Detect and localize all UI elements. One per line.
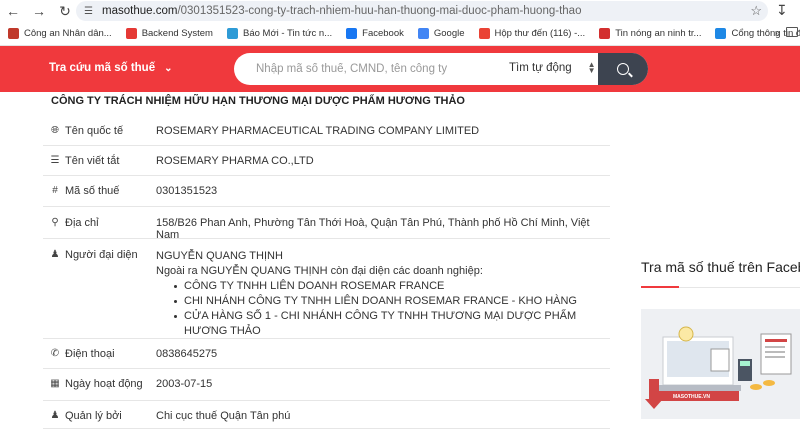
phone-value: 0838645275 (156, 348, 218, 360)
row-managed-by: ♟ Quản lý bởi Chi cục thuế Quận Tân phú (43, 401, 610, 429)
bookmark-label: Tin nóng an ninh tr... (615, 28, 702, 39)
start-date-label: Ngày hoạt động (65, 378, 143, 390)
banner-brand-text: MASOTHUE.VN (673, 394, 710, 400)
calendar-icon: ▦ (50, 378, 60, 389)
browser-toolbar: ← → ↻ ☰ masothue.com/0301351523-cong-ty-… (0, 0, 800, 22)
row-address: ⚲ Địa chỉ 158/B26 Phan Anh, Phường Tân Th… (43, 207, 610, 241)
tax-code-value[interactable]: 0301351523 (156, 185, 610, 206)
facebook-banner-image[interactable]: MASOTHUE.VN (641, 309, 800, 419)
tax-code-label: Mã số thuế (65, 185, 120, 197)
bookmark-item[interactable]: Google (417, 28, 465, 39)
phone-label: Điện thoại (65, 348, 115, 360)
rep-name[interactable]: NGUYỄN QUANG THỊNH (156, 249, 610, 264)
bookmark-label: Hộp thư đến (116) -... (494, 28, 586, 39)
back-icon[interactable]: ← (2, 0, 24, 22)
bookmark-item[interactable]: Backend System (125, 28, 213, 39)
bookmark-item[interactable]: Tin nóng an ninh tr... (599, 28, 701, 39)
banner-illustration: MASOTHUE.VN (641, 309, 800, 419)
rep-companies-list: CÔNG TY TNHH LIÊN DOANH ROSEMAR FRANCE C… (174, 279, 610, 339)
search-box: Tìm tự động ▲▼ (234, 53, 648, 85)
intl-name-value: ROSEMARY PHARMACEUTICAL TRADING COMPANY … (156, 125, 480, 137)
company-title: CÔNG TY TRÁCH NHIỆM HỮU HẠN THƯƠNG MẠI D… (51, 95, 465, 107)
intl-name-label: Tên quốc tế (65, 125, 124, 137)
facebook-section-title: Tra mã số thuế trên Facebook (641, 259, 800, 275)
bookmarks-bar: Công an Nhân dân... Backend System Báo Mới… (0, 22, 800, 46)
baomoi-icon (226, 28, 238, 39)
bookmark-star-icon[interactable]: ☆ (750, 3, 762, 19)
rep-label: Người đại diện (65, 249, 138, 261)
section-accent-line (641, 286, 679, 288)
bookmark-label: Google (433, 28, 465, 39)
site-header: Tra cứu mã số thuế ⌄ Tìm tự động ▲▼ (0, 46, 800, 92)
cand-icon (8, 28, 19, 39)
chevron-down-icon: ⌄ (164, 62, 173, 74)
bookmark-item[interactable]: Facebook (346, 28, 404, 39)
rep-note: Ngoài ra NGUYỄN QUANG THỊNH còn đại diện… (156, 265, 483, 277)
search-input[interactable] (234, 53, 494, 85)
start-date-value: 2003-07-15 (156, 378, 213, 390)
row-representative: ♟ Người đại diện NGUYỄN QUANG THỊNH Ngoài… (43, 239, 610, 339)
gmail-icon (478, 28, 490, 39)
bookmark-label: Backend System (141, 28, 213, 39)
rep-company-link[interactable]: CỬA HÀNG SỐ 1 - CHI NHÁNH CÔNG TY TNHH T… (174, 309, 610, 339)
rep-company-link[interactable]: CÔNG TY TNHH LIÊN DOANH ROSEMAR FRANCE (174, 279, 610, 294)
news-icon (599, 28, 611, 39)
folder-icon[interactable] (786, 27, 798, 37)
search-button[interactable] (598, 53, 648, 85)
users-icon: ♟ (50, 410, 60, 421)
map-marker-icon: ⚲ (51, 217, 59, 228)
reload-icon[interactable]: ↻ (54, 0, 76, 22)
more-bookmarks-icon[interactable]: » (774, 28, 780, 39)
download-icon[interactable]: ↧ (776, 2, 788, 19)
phone-icon: ✆ (50, 348, 60, 359)
hashtag-icon: # (52, 185, 58, 196)
google-icon (417, 28, 429, 39)
site-info-icon[interactable]: ☰ (84, 5, 96, 17)
bookmark-label: Báo Mới - Tin tức n... (242, 28, 333, 39)
address-bar[interactable]: ☰ masothue.com/0301351523-cong-ty-trach-… (76, 1, 768, 21)
bookmark-item[interactable]: Hộp thư đến (116) -... (478, 28, 586, 39)
cms-icon (125, 28, 137, 39)
tax-lookup-menu[interactable]: Tra cứu mã số thuế ⌄ (49, 62, 173, 74)
bookmark-label: Công an Nhân dân... (24, 28, 112, 39)
globe-icon: 🌐︎ (51, 125, 59, 136)
search-type-select[interactable]: Tìm tự động ▲ ▼ (509, 60, 596, 75)
address-value: 158/B26 Phan Anh, Phường Tân Thới Hoà, Q… (156, 217, 590, 241)
url-path: /0301351523-cong-ty-trach-nhiem-huu-han-… (177, 5, 582, 17)
bookmark-item[interactable]: Báo Mới - Tin tức n... (226, 28, 333, 39)
row-intl-name: 🌐︎ Tên quốc tế ROSEMARY PHARMACEUTICAL TR… (43, 116, 610, 146)
row-phone: ✆ Điện thoại 0838645275 (43, 339, 610, 369)
short-name-value: ROSEMARY PHARMA CO.,LTD (156, 155, 314, 167)
search-icon (617, 63, 629, 75)
row-tax-code: # Mã số thuế 0301351523 (43, 176, 610, 207)
rep-company-link[interactable]: CHI NHÁNH CÔNG TY TNHH LIÊN DOANH ROSEMA… (174, 294, 610, 309)
row-start-date: ▦ Ngày hoạt động 2003-07-15 (43, 369, 610, 401)
updown-arrows-icon: ▲ ▼ (587, 60, 596, 75)
company-info-table: 🌐︎ Tên quốc tế ROSEMARY PHARMACEUTICAL TR… (43, 116, 610, 429)
row-short-name: ☰ Tên viết tắt ROSEMARY PHARMA CO.,LTD (43, 146, 610, 176)
managed-by-label: Quản lý bởi (65, 410, 122, 422)
facebook-icon (346, 28, 358, 39)
bookmark-item[interactable]: Công an Nhân dân... (8, 28, 112, 39)
short-name-label: Tên viết tắt (65, 155, 120, 167)
url-host: masothue.com (102, 5, 178, 17)
list-icon: ☰ (50, 155, 60, 166)
search-type-value: Tìm tự động (509, 62, 572, 74)
user-icon: ♟ (50, 249, 60, 260)
forward-icon[interactable]: → (28, 0, 50, 22)
portal-icon (715, 28, 727, 39)
tax-lookup-menu-label: Tra cứu mã số thuế (49, 62, 156, 74)
address-label: Địa chỉ (65, 217, 99, 229)
bookmark-label: Facebook (362, 28, 404, 39)
managed-by-value[interactable]: Chi cục thuế Quận Tân phú (156, 410, 610, 428)
